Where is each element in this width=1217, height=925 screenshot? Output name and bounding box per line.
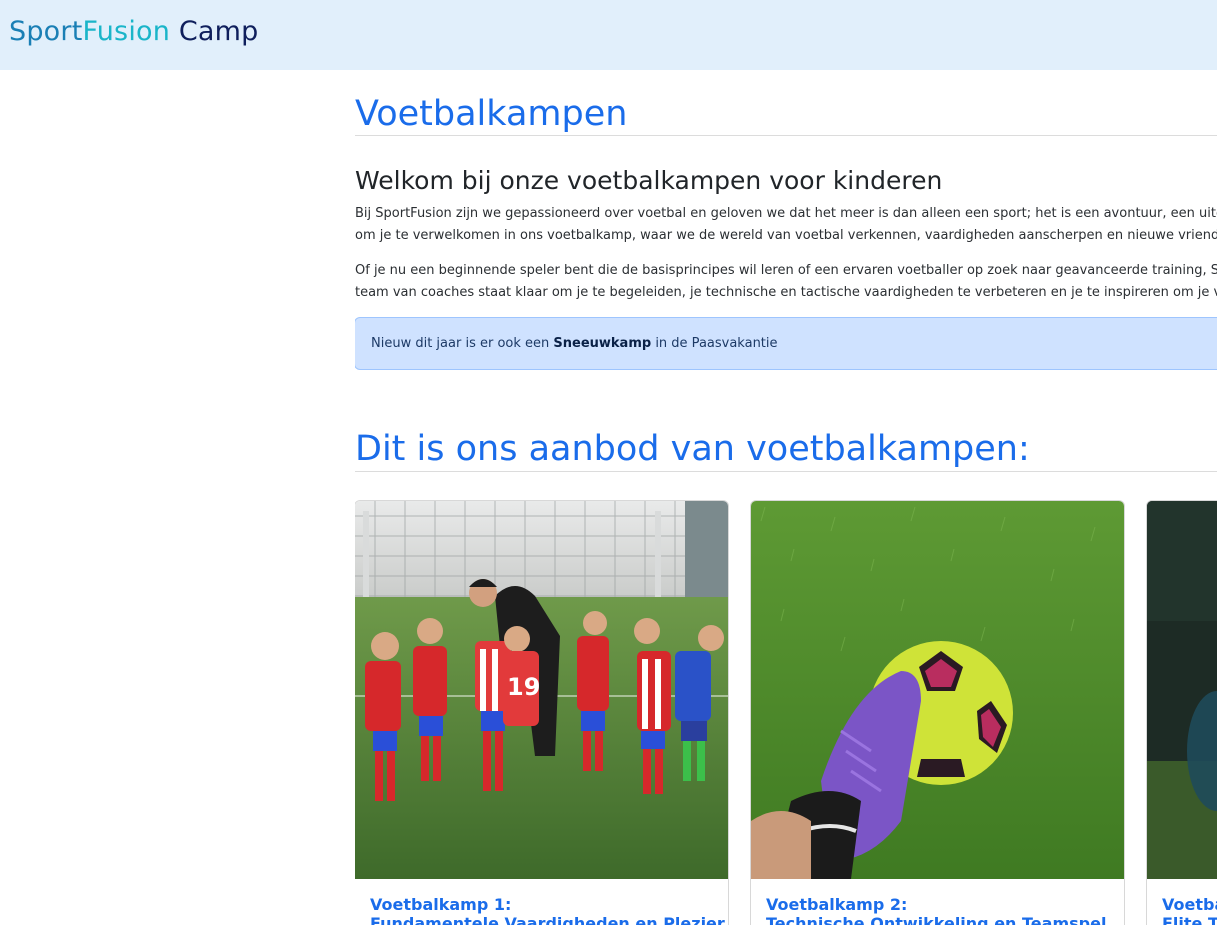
svg-text:19: 19 xyxy=(507,673,540,701)
alert-text: Nieuw dit jaar is er ook een Sneeuwkamp … xyxy=(371,336,778,351)
page-title: Voetbalkampen xyxy=(355,94,628,134)
camp-card-3[interactable]: Voetba Elite Tr xyxy=(1146,500,1217,925)
football-player-photo xyxy=(1147,501,1217,879)
brand-part-camp: Camp xyxy=(170,16,259,47)
info-alert: Nieuw dit jaar is er ook een Sneeuwkamp … xyxy=(355,317,1217,370)
offer-divider xyxy=(355,471,1217,472)
welcome-heading: Welkom bij onze voetbalkampen voor kinde… xyxy=(355,166,943,195)
camp-card-3-image xyxy=(1147,501,1217,879)
camp-card-2-title-line-1: Voetbalkamp 2: xyxy=(766,895,908,914)
intro-paragraph-1-line-1: Bij SportFusion zijn we gepassioneerd ov… xyxy=(355,206,1217,221)
camp-card-1[interactable]: 19 Voetbalkamp 1: Fundamentele Vaardighe… xyxy=(355,500,729,925)
camp-card-2-title[interactable]: Voetbalkamp 2: Technische Ontwikkeling e… xyxy=(766,895,1106,925)
camp-card-1-title[interactable]: Voetbalkamp 1: Fundamentele Vaardigheden… xyxy=(370,895,725,925)
alert-text-before: Nieuw dit jaar is er ook een xyxy=(371,336,554,351)
brand-logo[interactable]: SportFusion Camp xyxy=(9,16,258,47)
camp-card-2[interactable]: Voetbalkamp 2: Technische Ontwikkeling e… xyxy=(750,500,1125,925)
camp-card-2-title-line-2: Technische Ontwikkeling en Teamspel xyxy=(766,914,1107,925)
title-divider xyxy=(355,135,1217,136)
brand-part-sport: Sport xyxy=(9,16,83,47)
brand-part-fusion: Fusion xyxy=(82,16,171,47)
intro-paragraph-1-line-2: om je te verwelkomen in ons voetbalkamp,… xyxy=(355,228,1217,243)
intro-paragraph-2-line-2: team van coaches staat klaar om je te be… xyxy=(355,285,1217,300)
camp-card-1-title-line-2: Fundamentele Vaardigheden en Plezier xyxy=(370,914,725,925)
intro-paragraph-2: Of je nu een beginnende speler bent die … xyxy=(355,260,1217,304)
intro-paragraph-2-line-1: Of je nu een beginnende speler bent die … xyxy=(355,263,1217,278)
offer-heading: Dit is ons aanbod van voetbalkampen: xyxy=(355,429,1030,469)
camp-card-3-title-line-2: Elite Tr xyxy=(1162,914,1217,925)
main-content: Voetbalkampen Welkom bij onze voetbalkam… xyxy=(355,70,1217,925)
football-and-boot-photo xyxy=(751,501,1124,879)
camp-card-1-title-line-1: Voetbalkamp 1: xyxy=(370,895,512,914)
camp-card-3-title[interactable]: Voetba Elite Tr xyxy=(1162,895,1217,925)
kids-football-photo: 19 xyxy=(355,501,728,879)
alert-text-after: in de Paasvakantie xyxy=(651,336,778,351)
camp-card-3-title-line-1: Voetba xyxy=(1162,895,1217,914)
top-navbar: SportFusion Camp xyxy=(0,0,1217,70)
intro-paragraph-1: Bij SportFusion zijn we gepassioneerd ov… xyxy=(355,203,1217,247)
camp-card-2-image xyxy=(751,501,1124,879)
camp-card-1-image: 19 xyxy=(355,501,728,879)
alert-highlight-sneeuwkamp: Sneeuwkamp xyxy=(553,336,652,351)
